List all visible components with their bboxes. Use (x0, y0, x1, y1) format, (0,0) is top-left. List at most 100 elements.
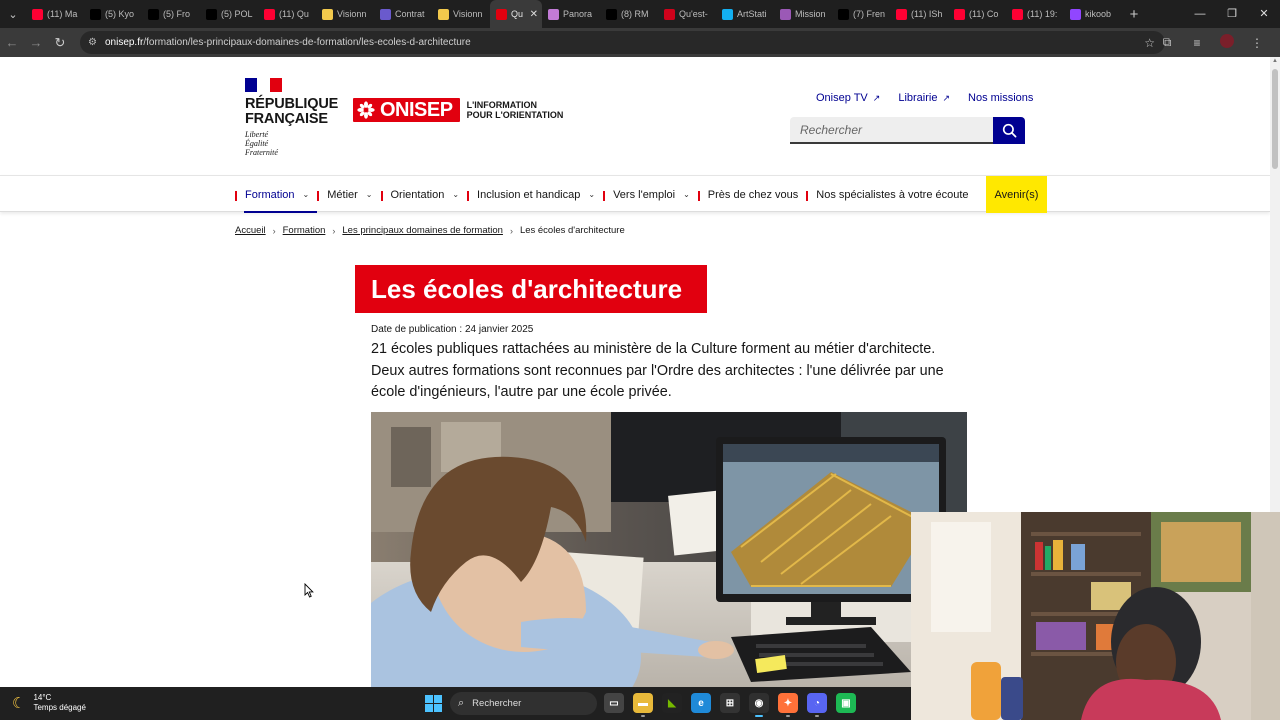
windows-taskbar: ☾ 14°C Temps dégagé ⌕ Rechercher ▭ ▬ ◣ e… (0, 687, 911, 720)
chevron-down-icon: ⌄ (302, 190, 310, 199)
tab-title: (8) RM (621, 9, 649, 19)
browser-tab[interactable]: (7) Fren (832, 0, 890, 28)
minimize-button[interactable]: — (1184, 0, 1216, 28)
browser-tab[interactable]: (11) Ma (26, 0, 84, 28)
onisep-logo[interactable]: ONISEP L'INFORMATION POUR L'ORIENTATION (353, 98, 563, 122)
scroll-up-arrow-icon[interactable]: ▲ (1272, 58, 1278, 64)
browser-tab[interactable]: (8) RM (600, 0, 658, 28)
browser-tab[interactable]: Visionn (432, 0, 490, 28)
republique-francaise-logo[interactable]: RÉPUBLIQUE FRANÇAISE Liberté Égalité Fra… (245, 78, 338, 157)
close-window-button[interactable]: ✕ (1248, 0, 1280, 28)
x-icon (148, 8, 159, 20)
firefox-icon[interactable]: ✦ (778, 693, 798, 717)
scrollbar-thumb[interactable] (1272, 69, 1278, 169)
browser-tab[interactable]: (11) ISh (890, 0, 948, 28)
browser-tab[interactable]: Panora (542, 0, 600, 28)
tab-title: Visionn (453, 9, 483, 19)
task-view-icon[interactable]: ▭ (604, 693, 624, 713)
main-navigation: Formation ⌄ Métier ⌄ Orientation ⌄ Inclusion e… (0, 175, 1270, 213)
browser-tab[interactable]: (11) Co (948, 0, 1006, 28)
app-icon[interactable]: ▣ (836, 693, 856, 713)
new-tab-button[interactable]: + (1122, 6, 1146, 23)
taskbar-search[interactable]: ⌕ Rechercher (450, 692, 597, 715)
nav-item-label: Avenir(s) (994, 188, 1039, 201)
nav-item[interactable]: Orientation ⌄ (380, 176, 468, 213)
browser-tab[interactable]: Mission (774, 0, 832, 28)
search-input[interactable] (790, 117, 993, 144)
browser-tab[interactable]: Qu'est- (658, 0, 716, 28)
menu-icon[interactable]: ⋮ (1242, 36, 1272, 50)
person-icon (380, 8, 391, 20)
librairie-link[interactable]: Librairie ↗ (898, 92, 950, 104)
panorama-icon (548, 8, 559, 20)
close-tab-icon[interactable]: ✕ (530, 9, 538, 20)
x-icon (90, 8, 101, 20)
address-bar[interactable]: ⚙ onisep.fr/formation/les-principaux-dom… (80, 31, 1165, 54)
youtube-icon (32, 8, 43, 20)
tab-title: (5) POL (221, 9, 253, 19)
browser-tab[interactable]: (11) 19: (1006, 0, 1064, 28)
nav-item[interactable]: Métier ⌄ (317, 176, 380, 213)
browser-tab[interactable]: kikoob (1064, 0, 1122, 28)
back-button[interactable]: ← (0, 35, 24, 50)
onisep-tv-link[interactable]: Onisep TV ↗ (816, 92, 880, 104)
browser-tab[interactable]: Contrat (374, 0, 432, 28)
chevron-right-icon: › (509, 225, 513, 236)
tab-strip: ⌄ (11) Ma (5) Kyo (5) Fro (5) POL (11) Qu Vis… (0, 0, 1280, 28)
browser-tab[interactable]: (11) Qu (258, 0, 316, 28)
nav-item[interactable]: Formation ⌄ (235, 176, 318, 213)
publication-date: Date de publication : 24 janvier 2025 (371, 324, 534, 335)
reload-button[interactable]: ↻ (48, 35, 72, 51)
reading-list-icon[interactable]: ≡ (1182, 36, 1212, 50)
mouse-cursor-icon (304, 583, 314, 598)
emoji-icon (438, 8, 449, 20)
nvidia-icon[interactable]: ◣ (662, 693, 682, 713)
weather-widget[interactable]: ☾ 14°C Temps dégagé (12, 693, 86, 713)
nav-item[interactable]: Nos spécialistes à votre écoute (806, 176, 976, 213)
tab-title: Qu (511, 9, 524, 19)
slack-icon (780, 8, 791, 20)
nav-item-label: Orientation (390, 188, 445, 201)
tab-title: Visionn (337, 9, 367, 19)
browser-tab[interactable]: (5) Fro (142, 0, 200, 28)
browser-tab[interactable]: Qu ✕ (490, 0, 542, 28)
chrome-icon[interactable]: ◉ (749, 693, 769, 717)
browser-tab[interactable]: ArtStati (716, 0, 774, 28)
restore-button[interactable]: ❐ (1216, 0, 1248, 28)
nav-item[interactable]: Vers l'emploi ⌄ (603, 176, 698, 213)
site-info-icon[interactable]: ⚙ (88, 37, 97, 48)
chevron-right-icon: › (332, 225, 336, 236)
temperature: 14°C (33, 693, 52, 702)
edge-icon[interactable]: e (691, 693, 711, 713)
extensions-icon[interactable]: ⧉ (1152, 35, 1182, 50)
x-icon (206, 8, 217, 20)
taskbar-search-label: Rechercher (472, 698, 522, 709)
webcam-overlay (911, 512, 1280, 720)
breadcrumb-current: Les écoles d'architecture (519, 225, 625, 236)
discord-icon[interactable]: ◔ (807, 693, 827, 717)
browser-tab[interactable]: Visionn (316, 0, 374, 28)
tab-title: (11) Qu (279, 9, 309, 19)
breadcrumb-accueil[interactable]: Accueil (235, 225, 266, 236)
breadcrumb-domaines[interactable]: Les principaux domaines de formation (342, 225, 503, 236)
start-button[interactable] (425, 695, 442, 712)
search-button[interactable] (993, 117, 1025, 144)
onisep-wordmark: ONISEP (380, 98, 453, 121)
motto-egalite: Égalité (245, 139, 269, 148)
browser-tab[interactable]: (5) POL (200, 0, 258, 28)
profile-avatar[interactable] (1212, 34, 1242, 51)
nav-item[interactable]: Avenir(s) (985, 176, 1048, 213)
nav-item[interactable]: Près de chez vous (697, 176, 807, 213)
tab-title: Panora (563, 9, 593, 19)
file-explorer-icon[interactable]: ▬ (633, 693, 653, 717)
search-icon: ⌕ (458, 697, 465, 709)
marianne-flag-icon (245, 78, 282, 92)
nos-missions-link[interactable]: Nos missions (968, 92, 1033, 104)
republic-line1: RÉPUBLIQUE (245, 96, 339, 112)
breadcrumb-formation[interactable]: Formation (283, 225, 326, 236)
tab-search-button[interactable]: ⌄ (0, 0, 26, 28)
store-icon[interactable]: ⊞ (720, 693, 740, 713)
nav-item[interactable]: Inclusion et handicap ⌄ (467, 176, 603, 213)
browser-tab[interactable]: (5) Kyo (84, 0, 142, 28)
forward-button[interactable]: → (24, 35, 48, 50)
